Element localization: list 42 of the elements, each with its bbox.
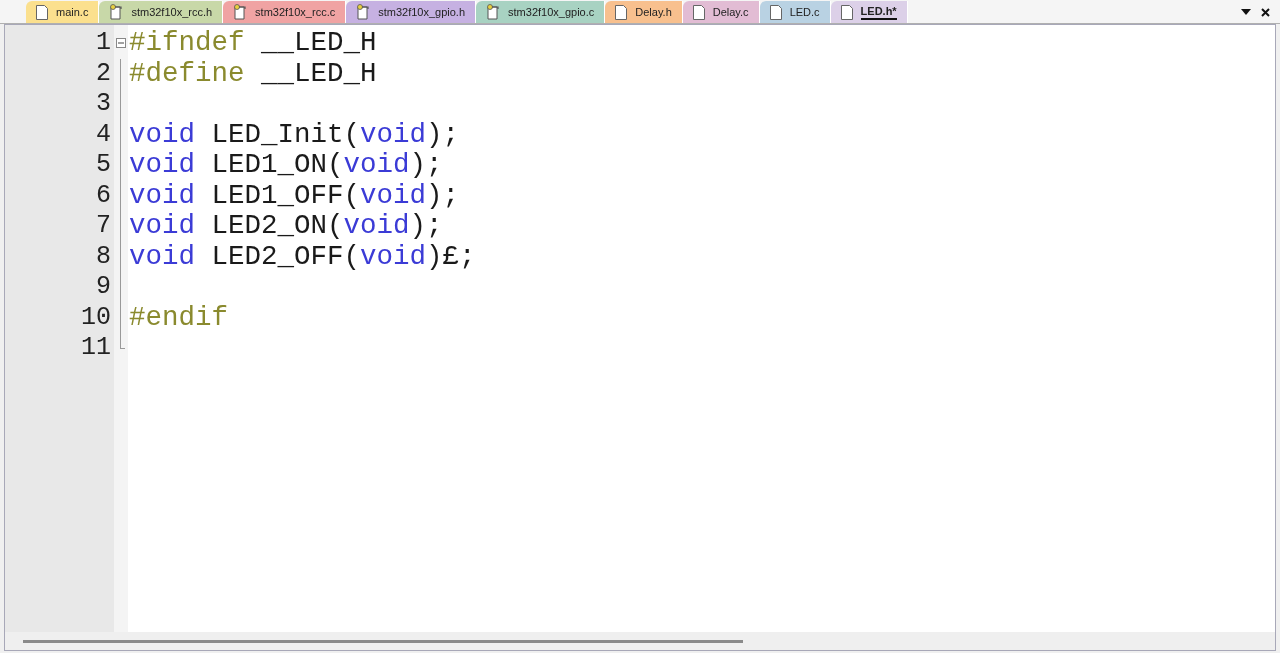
file-icon — [615, 4, 628, 20]
file-tab[interactable]: Delay.h — [605, 1, 683, 23]
file-tab[interactable]: main.c — [26, 1, 100, 23]
code-line: #define __LED_H — [129, 58, 377, 89]
file-tab[interactable]: stm32f10x_rcc.h — [99, 1, 224, 23]
file-tab[interactable]: stm32f10x_gpio.c — [476, 1, 606, 23]
file-icon — [36, 4, 48, 20]
fold-marker-icon[interactable] — [116, 38, 126, 48]
code-line: void LED1_ON(void); — [129, 150, 443, 181]
dropdown-icon[interactable] — [1241, 9, 1251, 15]
line-number: 8 — [96, 241, 111, 272]
file-icon — [840, 4, 853, 20]
code-line: #endif — [129, 302, 229, 333]
file-tab[interactable]: LED.c — [759, 1, 831, 23]
file-tab[interactable]: Delay.c — [682, 1, 760, 23]
horizontal-scrollbar[interactable] — [5, 632, 1275, 650]
key-file-icon — [233, 4, 248, 20]
file-icon — [769, 4, 782, 20]
line-number: 1 — [96, 28, 111, 59]
file-tab[interactable]: LED.h* — [830, 1, 908, 23]
file-tab[interactable]: stm32f10x_rcc.c — [223, 1, 347, 23]
code-line: void LED2_OFF(void)£; — [129, 241, 476, 272]
code-line: void LED_Init(void); — [129, 119, 460, 150]
line-number: 4 — [96, 119, 111, 150]
code-line: void LED1_OFF(void); — [129, 180, 460, 211]
line-number: 3 — [96, 89, 111, 120]
file-icon — [692, 4, 705, 20]
key-file-icon — [109, 4, 124, 20]
line-number: 5 — [96, 150, 111, 181]
code-line: #ifndef __LED_H — [129, 28, 377, 59]
line-number: 2 — [96, 58, 111, 89]
key-file-icon — [356, 4, 371, 20]
line-number: 6 — [96, 180, 111, 211]
line-number: 11 — [81, 333, 111, 364]
key-file-icon — [486, 4, 501, 20]
close-icon[interactable] — [1261, 7, 1270, 17]
line-number: 9 — [96, 272, 111, 303]
line-number: 7 — [96, 211, 111, 242]
line-number: 10 — [81, 302, 111, 333]
scrollbar-thumb[interactable] — [23, 639, 743, 643]
code-line: void LED2_ON(void); — [129, 211, 443, 242]
file-tab[interactable]: stm32f10x_gpio.h — [346, 1, 477, 23]
